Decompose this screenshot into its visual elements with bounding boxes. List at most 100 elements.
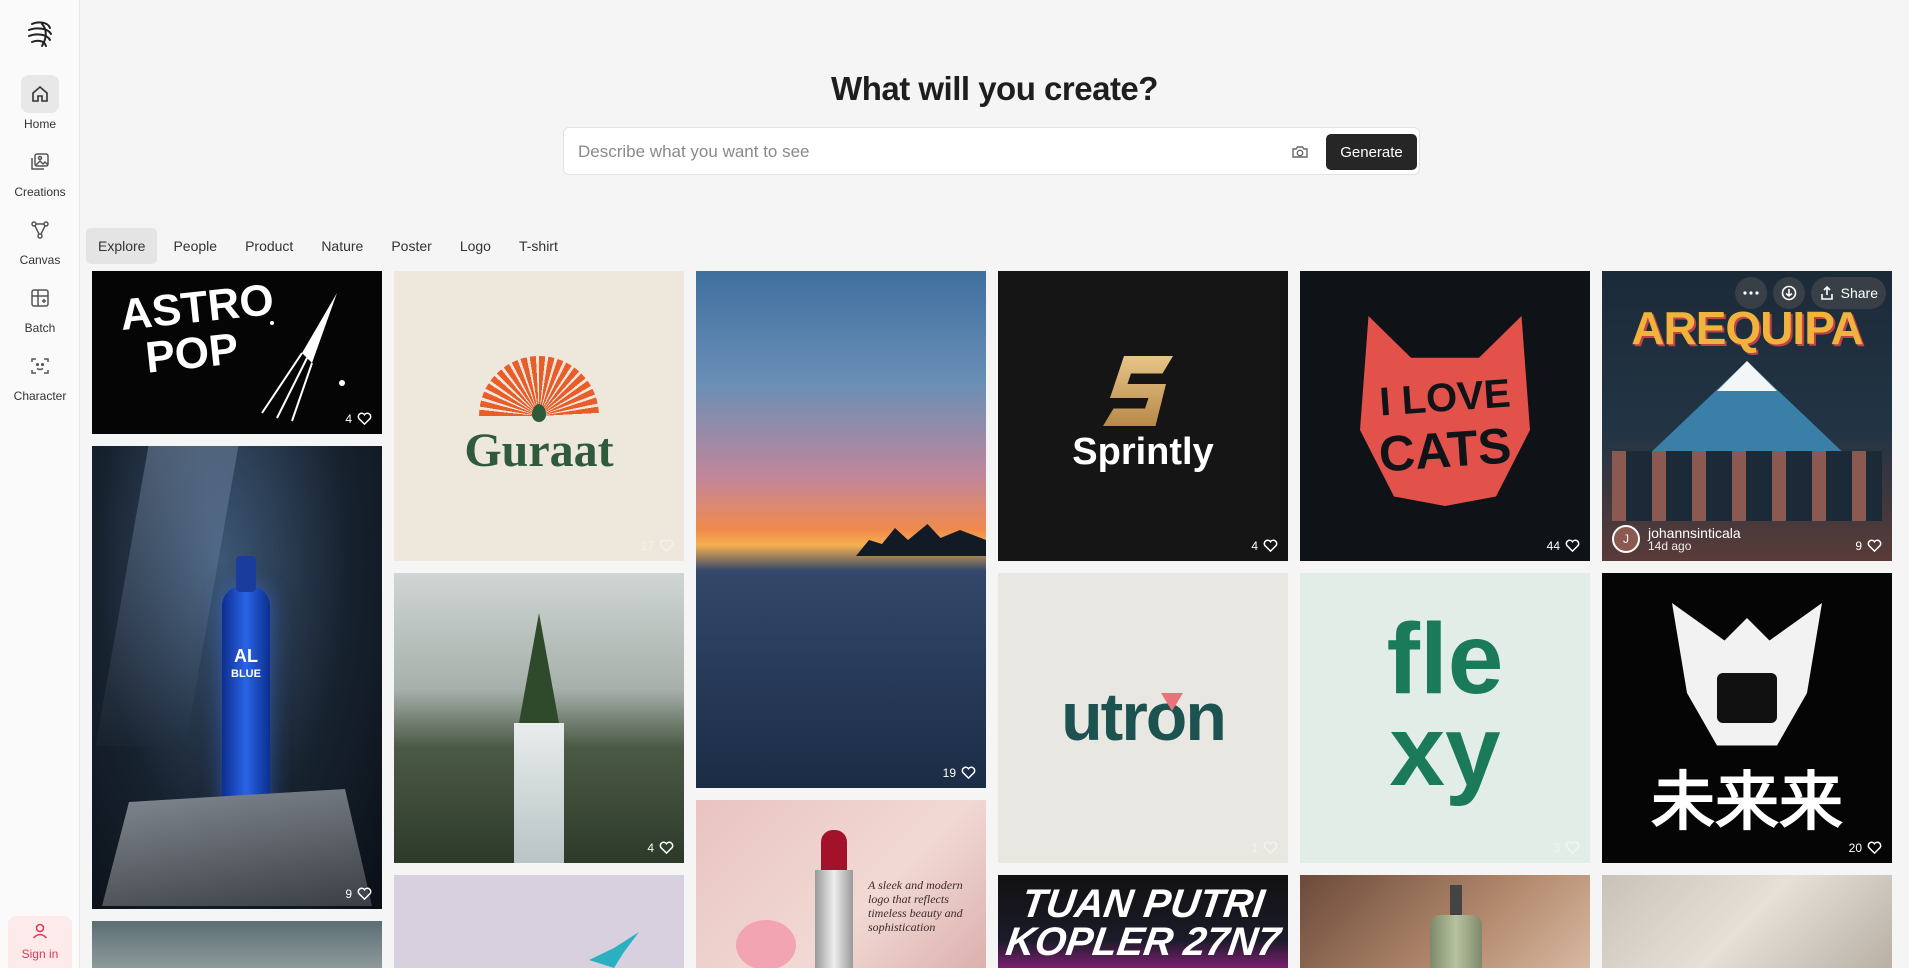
avatar: J <box>1612 525 1640 553</box>
heart-icon <box>1867 841 1882 855</box>
sidebar-item-label: Home <box>23 117 56 131</box>
like-count[interactable]: 3 <box>1553 840 1580 855</box>
gallery-image-waterfall[interactable]: 4 <box>394 573 684 863</box>
image-text: AREQUIPA <box>1631 302 1863 354</box>
tab-logo[interactable]: Logo <box>448 228 503 264</box>
brand-logo-icon[interactable] <box>24 18 56 50</box>
camera-icon[interactable] <box>1290 142 1310 162</box>
tab-poster[interactable]: Poster <box>379 228 443 264</box>
gallery-image-poster[interactable]: TUAN PUTRI KOPLER 27N7 <box>998 875 1288 968</box>
like-count[interactable]: 9 <box>1855 538 1882 553</box>
sidebar-item-canvas[interactable]: Canvas <box>0 211 80 267</box>
heart-icon <box>659 539 674 553</box>
sign-in-label: Sign in <box>21 947 59 961</box>
samurai-face-shape <box>1717 673 1777 723</box>
tab-explore[interactable]: Explore <box>86 228 158 264</box>
tab-people[interactable]: People <box>161 228 229 264</box>
batch-icon <box>21 279 59 317</box>
gallery-image-soap-bottle[interactable] <box>1300 875 1590 968</box>
palm-silhouette <box>856 524 986 556</box>
image-text: Sprintly <box>1072 431 1214 473</box>
pump-shape <box>1450 885 1462 915</box>
share-button[interactable]: Share <box>1810 277 1886 309</box>
gallery-image-al-blue[interactable]: AL BLUE 9 <box>92 446 382 909</box>
image-text: 未来来 <box>1651 766 1843 840</box>
like-count[interactable]: 19 <box>943 765 976 780</box>
gallery-image-guraat[interactable]: Guraat 17 <box>394 271 684 561</box>
sidebar: Home Creations Canvas Batch Character Si… <box>0 0 80 968</box>
sidebar-item-label: Canvas <box>19 253 61 267</box>
like-count[interactable]: 4 <box>647 840 674 855</box>
image-text: A sleek and modern logo that reflects ti… <box>868 878 963 934</box>
gallery-image-samurai[interactable]: 未来来 20 <box>1602 573 1892 863</box>
gallery-image-partial[interactable] <box>92 921 382 968</box>
like-count[interactable]: 9 <box>345 886 372 901</box>
prompt-input[interactable] <box>578 138 1278 166</box>
generate-button[interactable]: Generate <box>1326 134 1417 170</box>
lipstick-tube <box>815 870 853 968</box>
image-text: Guraat <box>464 424 614 477</box>
tab-product[interactable]: Product <box>233 228 305 264</box>
gallery-image-arequipa[interactable]: AREQUIPA Share J johannsinticala 14d ago… <box>1602 271 1892 561</box>
heart-icon <box>1263 841 1278 855</box>
heart-icon <box>1565 841 1580 855</box>
image-text: KOPLER 27N7 <box>1003 920 1283 964</box>
snow-cap-shape <box>1717 361 1777 391</box>
tab-nature[interactable]: Nature <box>309 228 375 264</box>
image-text: AL <box>234 646 258 666</box>
heart-icon <box>659 841 674 855</box>
like-count[interactable]: 4 <box>345 411 372 426</box>
gallery-image-hummingbird[interactable] <box>394 875 684 968</box>
character-icon <box>21 347 59 385</box>
images-icon <box>21 143 59 181</box>
sidebar-item-label: Creations <box>14 185 66 199</box>
like-count[interactable]: 20 <box>1849 840 1882 855</box>
heart-icon <box>357 887 372 901</box>
leaf-icon <box>532 404 546 422</box>
like-count[interactable]: 17 <box>641 538 674 553</box>
sidebar-item-batch[interactable]: Batch <box>0 279 80 335</box>
sidebar-item-character[interactable]: Character <box>0 347 80 403</box>
gallery-image-flexy[interactable]: fle xy 3 <box>1300 573 1590 863</box>
prompt-bar: Generate <box>563 127 1420 175</box>
share-label: Share <box>1840 285 1878 301</box>
gallery-image-sprintly[interactable]: Sprintly 4 <box>998 271 1288 561</box>
gallery-image-partial-beige[interactable] <box>1602 875 1892 968</box>
sidebar-item-label: Character <box>13 389 67 403</box>
rock-pedestal <box>102 789 372 906</box>
like-count[interactable]: 4 <box>1251 538 1278 553</box>
tab-tshirt[interactable]: T-shirt <box>507 228 570 264</box>
heart-icon <box>961 766 976 780</box>
bottle-neck <box>236 556 256 592</box>
gallery-image-utron[interactable]: utron 1 <box>998 573 1288 863</box>
sidebar-item-creations[interactable]: Creations <box>0 143 80 199</box>
sidebar-item-label: Batch <box>24 321 56 335</box>
heart-icon <box>1565 539 1580 553</box>
bottle-shape: AL BLUE <box>222 556 270 816</box>
gallery-image-i-love-cats[interactable]: I LOVE CATS 44 <box>1300 271 1590 561</box>
sign-in-button[interactable]: Sign in <box>8 916 72 968</box>
gallery-image-sunset[interactable]: 19 <box>696 271 986 788</box>
s-logo-icon <box>1103 356 1173 426</box>
canvas-icon <box>21 211 59 249</box>
gallery-image-astro-pop[interactable]: ASTRO POP 4 <box>92 271 382 434</box>
sidebar-item-home[interactable]: Home <box>0 75 80 131</box>
home-icon <box>21 75 59 113</box>
download-button[interactable] <box>1772 277 1805 309</box>
heart-icon <box>1867 539 1882 553</box>
more-options-button[interactable] <box>1734 277 1767 309</box>
like-count[interactable]: 44 <box>1547 538 1580 553</box>
category-tabs: Explore People Product Nature Poster Log… <box>86 228 574 264</box>
image-text: xy <box>1389 695 1501 807</box>
rose-shape <box>736 920 796 968</box>
heart-icon <box>357 412 372 426</box>
waterfall-shape <box>514 723 564 863</box>
image-text: BLUE <box>231 668 261 680</box>
like-count[interactable]: 1 <box>1251 840 1278 855</box>
light-beam <box>95 446 239 746</box>
gallery-image-lipstick[interactable]: A sleek and modern logo that reflects ti… <box>696 800 986 968</box>
arches-shape <box>1612 451 1882 521</box>
author-info[interactable]: J johannsinticala 14d ago <box>1612 525 1741 553</box>
download-icon <box>1781 285 1796 301</box>
author-name: johannsinticala <box>1648 524 1741 541</box>
